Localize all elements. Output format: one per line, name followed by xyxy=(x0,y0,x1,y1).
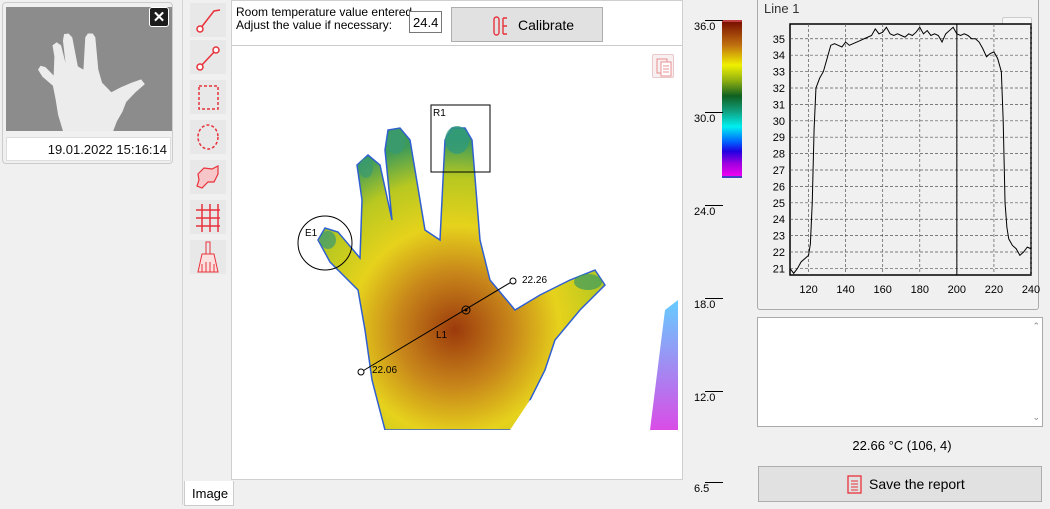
y-tick-label: 22 xyxy=(773,247,785,259)
y-tick-label: 34 xyxy=(773,50,785,62)
report-icon xyxy=(847,475,862,494)
y-tick-label: 25 xyxy=(773,198,785,210)
scale-label: 24.0 xyxy=(694,206,716,218)
y-tick-label: 24 xyxy=(773,214,785,226)
line-start-handle[interactable] xyxy=(357,368,365,376)
message-line-2: Adjust the value if necessary: xyxy=(236,18,393,32)
notes-textarea[interactable]: ⌃ ⌄ xyxy=(757,317,1043,427)
line-end-handle[interactable] xyxy=(509,277,517,285)
x-tick-label: 240 xyxy=(1022,284,1040,296)
save-report-label: Save the report xyxy=(869,476,965,492)
broom-icon xyxy=(197,241,219,273)
thermal-image[interactable]: R1 E1 L1 22.26 22.06 xyxy=(232,46,678,430)
line-start-value: 22.06 xyxy=(372,365,397,376)
y-tick-label: 23 xyxy=(773,231,785,243)
y-tick-label: 27 xyxy=(773,165,785,177)
calibration-bar: Room temperature value entered. Adjust t… xyxy=(232,1,682,46)
region-e1-label: E1 xyxy=(305,228,318,239)
save-report-button[interactable]: Save the report xyxy=(758,466,1042,502)
thumbnail-card[interactable]: ✕ 19.01.2022 15:16:14 xyxy=(2,2,173,164)
line-tool[interactable] xyxy=(190,40,226,74)
temperature-readout: 22.66 °C (106, 4) xyxy=(852,438,952,453)
y-tick-label: 33 xyxy=(773,67,785,79)
y-tick-label: 21 xyxy=(773,263,785,275)
dashed-rectangle-icon xyxy=(198,85,219,110)
scale-label: 18.0 xyxy=(694,299,716,311)
dashed-ellipse-icon xyxy=(197,124,219,150)
color-palette-bar[interactable] xyxy=(722,20,742,178)
line-icon xyxy=(196,46,220,71)
y-tick-label: 29 xyxy=(773,132,785,144)
x-tick-label: 200 xyxy=(948,284,966,296)
polyline-icon xyxy=(196,9,221,33)
ellipse-tool[interactable] xyxy=(190,120,226,154)
tab-image[interactable]: Image xyxy=(184,481,234,506)
rectangle-tool[interactable] xyxy=(190,80,226,114)
room-temperature-input[interactable]: 24.4 xyxy=(409,11,442,33)
scale-label: 36.0 xyxy=(694,21,716,33)
temperature-scale xyxy=(688,0,748,505)
x-tick-label: 160 xyxy=(874,284,892,296)
timestamp: 19.01.2022 15:16:14 xyxy=(6,137,171,161)
calibrate-label: Calibrate xyxy=(518,17,575,33)
calibration-message: Room temperature value entered. Adjust t… xyxy=(236,6,415,32)
scroll-down-icon[interactable]: ⌄ xyxy=(1032,412,1040,423)
x-tick-label: 180 xyxy=(911,284,929,296)
y-tick-label: 28 xyxy=(773,149,785,161)
calibrate-button[interactable]: Calibrate xyxy=(451,7,603,42)
scroll-up-icon[interactable]: ⌃ xyxy=(1032,321,1040,332)
thumbnail-panel: ✕ 19.01.2022 15:16:14 xyxy=(0,0,183,505)
x-tick-label: 220 xyxy=(985,284,1003,296)
x-tick-label: 120 xyxy=(799,284,817,296)
freeform-area-icon xyxy=(196,165,219,189)
line-end-value: 22.26 xyxy=(522,275,547,286)
scale-label: 12.0 xyxy=(694,392,716,404)
clear-tool[interactable] xyxy=(190,240,226,274)
grid-icon xyxy=(196,204,220,232)
y-tick-label: 31 xyxy=(773,99,785,111)
thermometer-icon xyxy=(493,16,507,36)
y-tick-label: 26 xyxy=(773,181,785,193)
profile-panel: Line 1 21 22 23 24 25 26 27 28 29 30 31 32 33 34 35 120… xyxy=(754,0,1050,509)
grid-tool[interactable] xyxy=(190,200,226,234)
region-r1-label: R1 xyxy=(433,108,446,119)
scale-label: 30.0 xyxy=(694,113,716,125)
close-icon[interactable]: ✕ xyxy=(149,7,169,27)
scale-label: 6.5 xyxy=(694,483,710,495)
y-tick-label: 32 xyxy=(773,83,785,95)
profile-chart[interactable]: 21 22 23 24 25 26 27 28 29 30 31 32 33 34 35 120 140 160 1… xyxy=(754,0,1050,305)
freeform-tool[interactable] xyxy=(190,160,226,194)
y-tick-label: 35 xyxy=(773,34,785,46)
x-tick-label: 140 xyxy=(836,284,854,296)
line-l1-label: L1 xyxy=(436,330,448,341)
thumbnail-image[interactable] xyxy=(6,7,172,131)
y-tick-label: 30 xyxy=(773,116,785,128)
polyline-tool[interactable] xyxy=(190,3,226,37)
